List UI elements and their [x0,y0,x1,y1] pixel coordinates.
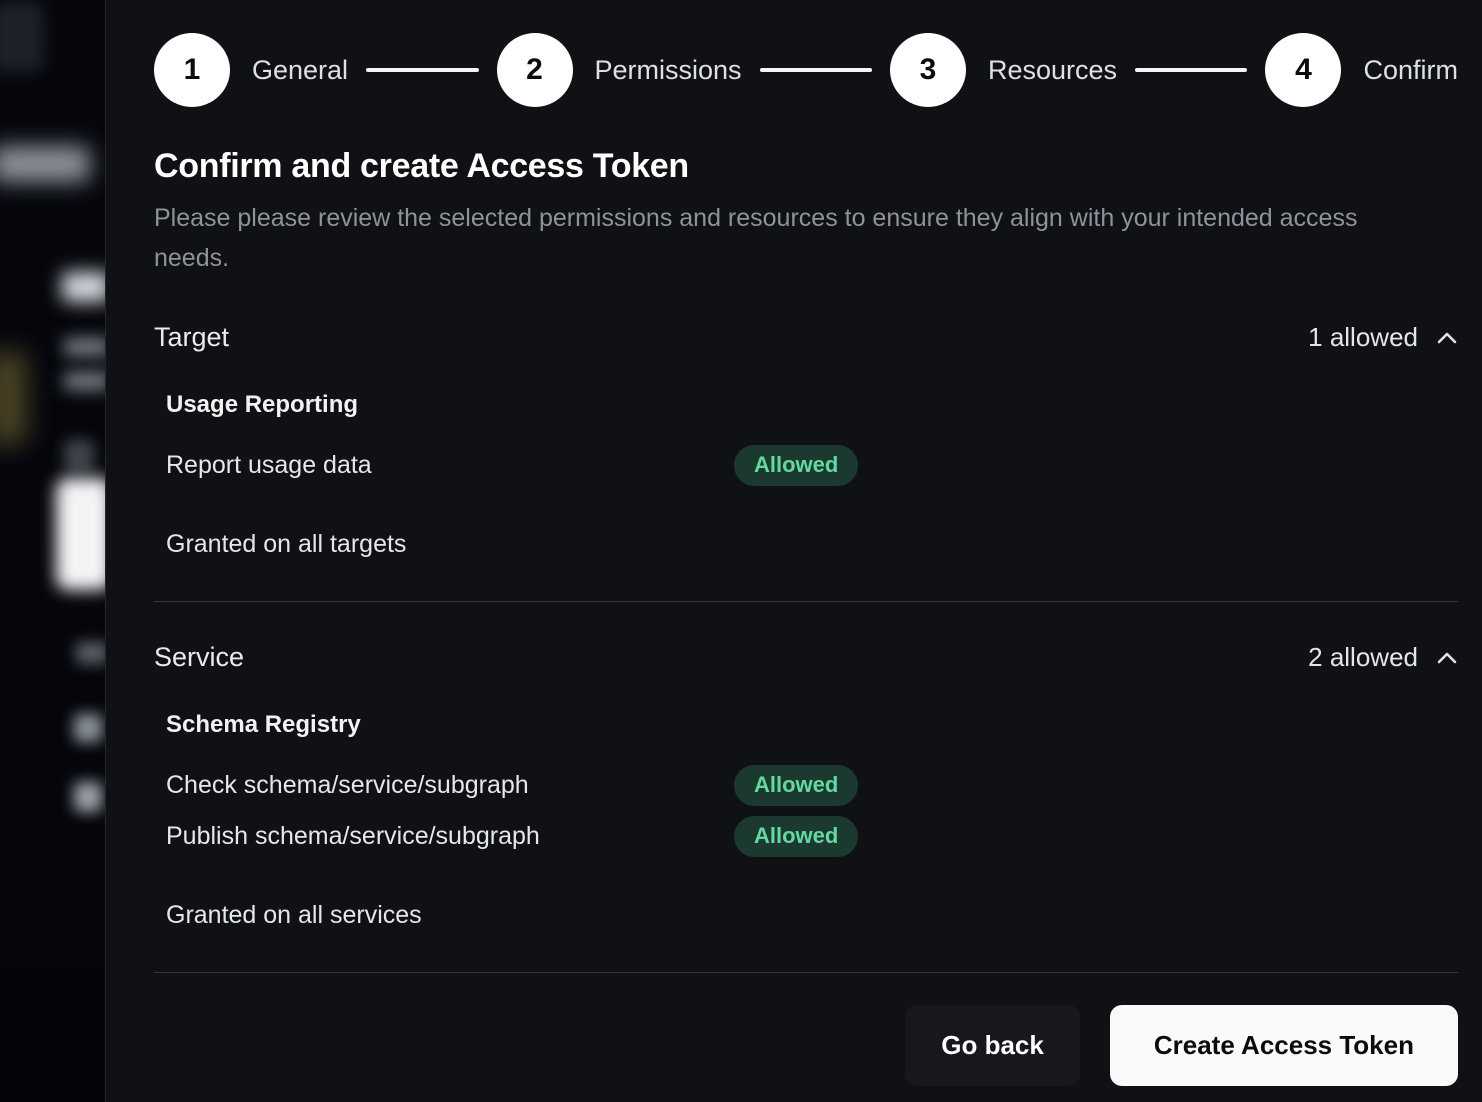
blurred-panel-shape [56,478,106,590]
permission-group-usage-reporting: Usage Reporting Report usage data Allowe… [154,391,1458,486]
group-name: Usage Reporting [166,391,1458,419]
blurred-card-shape [0,2,44,72]
permission-rows: Report usage data Allowed [166,445,1458,486]
allowed-count: 2 allowed [1308,642,1418,673]
blurred-heading-shape [62,272,106,302]
blurred-subtext-shape [64,372,106,390]
permission-row: Publish schema/service/subgraph Allowed [166,816,1458,857]
section-title: Target [154,322,229,353]
section-divider [154,601,1458,602]
step-connector-line [760,68,872,72]
go-back-button[interactable]: Go back [905,1005,1080,1086]
blurred-background [0,0,106,1102]
create-access-token-button[interactable]: Create Access Token [1110,1005,1458,1086]
chevron-up-icon[interactable] [1436,651,1458,665]
step-label: General [252,55,348,86]
step-confirm[interactable]: 4 Confirm [1265,33,1458,107]
chevron-up-icon[interactable] [1436,331,1458,345]
page-title: Confirm and create Access Token [154,147,1458,186]
permission-label: Report usage data [166,451,734,480]
blurred-subtext-shape [64,338,106,356]
section-header-target[interactable]: Target 1 allowed [154,322,1458,353]
page-description: Please please review the selected permis… [154,198,1389,278]
allowed-count: 1 allowed [1308,322,1418,353]
step-general[interactable]: 1 General [154,33,348,107]
step-connector-line [366,68,478,72]
section-header-service[interactable]: Service 2 allowed [154,642,1458,673]
step-label: Permissions [595,55,742,86]
permission-group-schema-registry: Schema Registry Check schema/service/sub… [154,711,1458,857]
section-summary: 2 allowed [1308,642,1458,673]
granted-note: Granted on all targets [154,530,1458,559]
step-connector-line [1135,68,1247,72]
step-number-badge: 2 [497,33,573,107]
step-label: Resources [988,55,1117,86]
permission-rows: Check schema/service/subgraph Allowed Pu… [166,765,1458,857]
step-number-badge: 4 [1265,33,1341,107]
status-badge: Allowed [734,765,858,806]
create-access-token-modal: 1 General 2 Permissions 3 Resources 4 Co… [105,0,1482,1102]
blurred-icon-shape [64,440,94,472]
permission-row: Check schema/service/subgraph Allowed [166,765,1458,806]
blurred-nav-item-shape [74,782,102,812]
step-resources[interactable]: 3 Resources [890,33,1117,107]
step-label: Confirm [1363,55,1458,86]
wizard-footer: Go back Create Access Token [154,1005,1458,1086]
step-number-badge: 3 [890,33,966,107]
permission-row: Report usage data Allowed [166,445,1458,486]
permission-label: Publish schema/service/subgraph [166,822,734,851]
group-name: Schema Registry [166,711,1458,739]
granted-note: Granted on all services [154,901,1458,930]
wizard-stepper: 1 General 2 Permissions 3 Resources 4 Co… [154,33,1458,107]
status-badge: Allowed [734,445,858,486]
permission-label: Check schema/service/subgraph [166,771,734,800]
section-title: Service [154,642,244,673]
step-permissions[interactable]: 2 Permissions [497,33,742,107]
blurred-accent-shape [0,352,26,444]
step-number-badge: 1 [154,33,230,107]
status-badge: Allowed [734,816,858,857]
blurred-text-band [0,146,90,182]
blurred-nav-item-shape [76,642,106,664]
section-summary: 1 allowed [1308,322,1458,353]
blurred-nav-item-shape [74,714,102,742]
footer-divider [154,972,1458,973]
